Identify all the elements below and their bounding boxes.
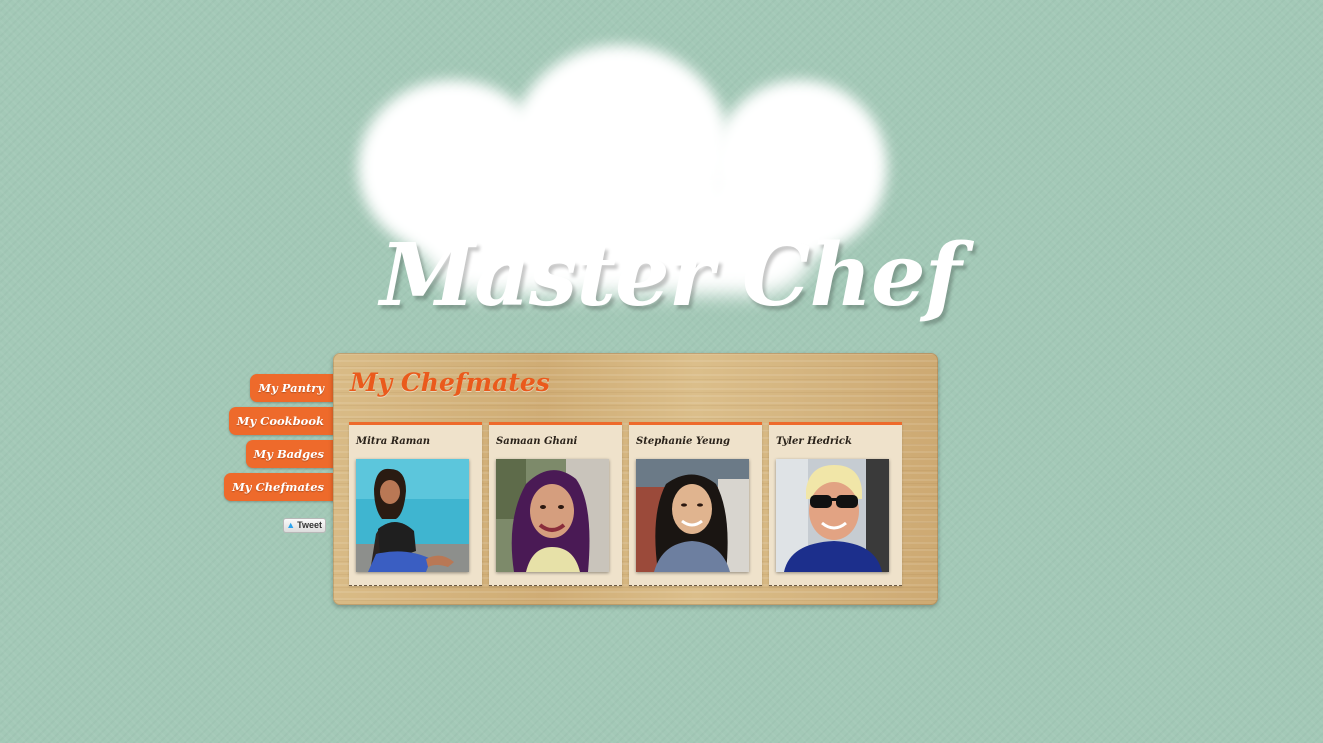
chefmate-name: Tyler Hedrick (776, 436, 852, 447)
avatar-photo-brick (636, 459, 749, 572)
chefmate-card[interactable]: Tyler Hedrick (769, 422, 902, 586)
nav-tab-my-chefmates[interactable]: My Chefmates (224, 473, 334, 501)
panel-title: My Chefmates (350, 368, 550, 397)
tweet-label: Tweet (297, 520, 322, 530)
chefmates-panel: My Chefmates Mitra Raman Samaan Ghani St… (333, 353, 938, 605)
chefmate-photo[interactable] (776, 459, 889, 572)
chefmate-name: Samaan Ghani (496, 436, 578, 447)
chefmate-card[interactable]: Mitra Raman (349, 422, 482, 586)
twitter-bird-icon: ▲ (286, 520, 296, 530)
nav-tab-my-badges[interactable]: My Badges (245, 440, 334, 468)
chefmate-photo[interactable] (636, 459, 749, 572)
chefmate-photo[interactable] (356, 459, 469, 572)
side-nav: My Pantry My Cookbook My Badges My Chefm… (224, 374, 334, 533)
chefmate-name: Stephanie Yeung (636, 436, 731, 447)
nav-tab-my-pantry[interactable]: My Pantry (250, 374, 334, 402)
avatar-photo-sunglasses (776, 459, 889, 572)
chefmate-name: Mitra Raman (356, 436, 431, 447)
avatar-photo-pool (356, 459, 469, 572)
chefmate-card[interactable]: Stephanie Yeung (629, 422, 762, 586)
nav-tab-my-cookbook[interactable]: My Cookbook (228, 407, 334, 435)
tweet-button[interactable]: ▲ Tweet (283, 518, 326, 533)
avatar-photo-purple-hair (496, 459, 609, 572)
chefmate-card[interactable]: Samaan Ghani (489, 422, 622, 586)
site-title: Master Chef (380, 225, 962, 326)
site-logo: Master Chef (340, 30, 962, 350)
chefmate-photo[interactable] (496, 459, 609, 572)
